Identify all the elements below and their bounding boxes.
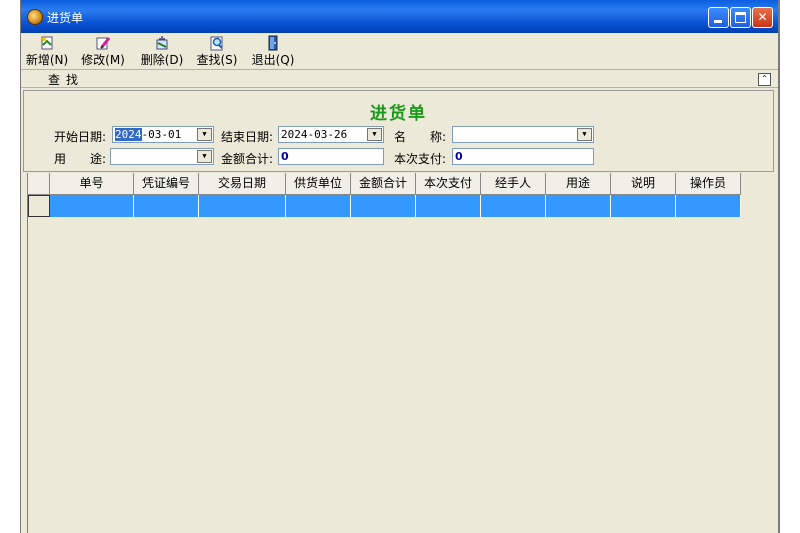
- maximize-icon: [735, 12, 746, 23]
- minimize-button[interactable]: [708, 7, 729, 28]
- collapse-toggle-icon[interactable]: ⌃: [758, 73, 771, 86]
- total-value: 0: [281, 150, 289, 163]
- new-button[interactable]: 新增(N): [24, 35, 70, 67]
- end-date-label: 结束日期:: [221, 130, 274, 144]
- table-cell[interactable]: [676, 195, 741, 217]
- minimize-icon: [714, 20, 722, 23]
- payment-value: 0: [455, 150, 463, 163]
- records-table[interactable]: 单号 凭证编号 交易日期 供货单位 金额合计 本次支付 经手人 用途 说明 操作…: [27, 173, 771, 533]
- chevron-down-icon[interactable]: ▼: [367, 128, 382, 141]
- col-order-no[interactable]: 单号: [50, 173, 134, 195]
- new-doc-icon: [41, 36, 53, 50]
- start-date-year-selected: 2024: [115, 128, 142, 141]
- maximize-button[interactable]: [730, 7, 751, 28]
- window-title: 进货单: [47, 11, 84, 25]
- table-cell[interactable]: [416, 195, 481, 217]
- form-heading: 进货单: [370, 104, 427, 124]
- col-handler[interactable]: 经手人: [481, 173, 546, 195]
- table-cell[interactable]: [199, 195, 286, 217]
- search-label: 查找(S): [196, 53, 238, 67]
- row-header-corner: [28, 173, 50, 195]
- toolbar: 新增(N) 修改(M) 删除(D) 查找(S) 退出(Q): [21, 33, 778, 68]
- app-icon: [27, 9, 43, 25]
- col-total-amount[interactable]: 金额合计: [351, 173, 416, 195]
- total-label: 金额合计:: [221, 152, 274, 166]
- end-date-picker[interactable]: 2024-03-26 ▼: [278, 126, 384, 143]
- search-panel: 进货单 开始日期: 2024-03-01 ▼ 结束日期: 2024-03-26 …: [23, 90, 774, 172]
- start-date-rest: -03-01: [141, 128, 182, 141]
- start-date-picker[interactable]: 2024-03-01 ▼: [112, 126, 214, 143]
- chevron-down-icon[interactable]: ▼: [197, 128, 212, 141]
- table-cell[interactable]: [481, 195, 546, 217]
- table-cell[interactable]: [286, 195, 351, 217]
- col-supplier[interactable]: 供货单位: [286, 173, 351, 195]
- purpose-label: 用 途:: [54, 152, 107, 166]
- edit-button[interactable]: 修改(M): [74, 35, 132, 67]
- search-section-header[interactable]: 查找 ⌃: [21, 69, 778, 88]
- delete-label: 删除(D): [140, 53, 184, 67]
- search-section-label: 查找: [48, 73, 85, 87]
- payment-label: 本次支付:: [394, 152, 447, 166]
- edit-label: 修改(M): [81, 53, 125, 67]
- end-date-value: 2024-03-26: [281, 128, 348, 141]
- col-notes[interactable]: 说明: [611, 173, 676, 195]
- magnifier-icon: [210, 36, 223, 51]
- close-icon: ✕: [757, 10, 768, 24]
- new-label: 新增(N): [25, 53, 69, 67]
- start-date-label: 开始日期:: [54, 130, 107, 144]
- table-cell[interactable]: [50, 195, 134, 217]
- exit-label: 退出(Q): [251, 53, 295, 67]
- search-button[interactable]: 查找(S): [191, 35, 243, 67]
- edit-pencil-icon: [96, 37, 111, 50]
- table-cell[interactable]: [351, 195, 416, 217]
- chevron-down-icon[interactable]: ▼: [197, 150, 212, 163]
- col-trade-date[interactable]: 交易日期: [199, 173, 286, 195]
- row-selector[interactable]: [28, 195, 50, 217]
- col-voucher-no[interactable]: 凭证编号: [134, 173, 199, 195]
- chevron-down-icon[interactable]: ▼: [577, 128, 592, 141]
- col-operator[interactable]: 操作员: [676, 173, 741, 195]
- table-cell[interactable]: [134, 195, 199, 217]
- col-purpose[interactable]: 用途: [546, 173, 611, 195]
- table-cell[interactable]: [546, 195, 611, 217]
- payment-field[interactable]: 0: [452, 148, 594, 165]
- purpose-select[interactable]: ▼: [110, 148, 214, 165]
- name-select[interactable]: ▼: [452, 126, 594, 143]
- total-amount-field[interactable]: 0: [278, 148, 384, 165]
- delete-button[interactable]: 删除(D): [136, 35, 188, 67]
- close-button[interactable]: ✕: [752, 7, 773, 28]
- delete-icon: [156, 36, 168, 50]
- title-bar[interactable]: 进货单 ✕: [21, 0, 778, 33]
- exit-door-icon: [268, 35, 278, 51]
- col-payment[interactable]: 本次支付: [416, 173, 481, 195]
- table-cell[interactable]: [611, 195, 676, 217]
- name-label: 名 称:: [394, 130, 447, 144]
- exit-button[interactable]: 退出(Q): [247, 35, 299, 67]
- purchase-order-window: 进货单 ✕ 新增(N) 修改(M) 删除(D) 查找(S) 退出(Q) 查找 ⌃: [20, 0, 780, 533]
